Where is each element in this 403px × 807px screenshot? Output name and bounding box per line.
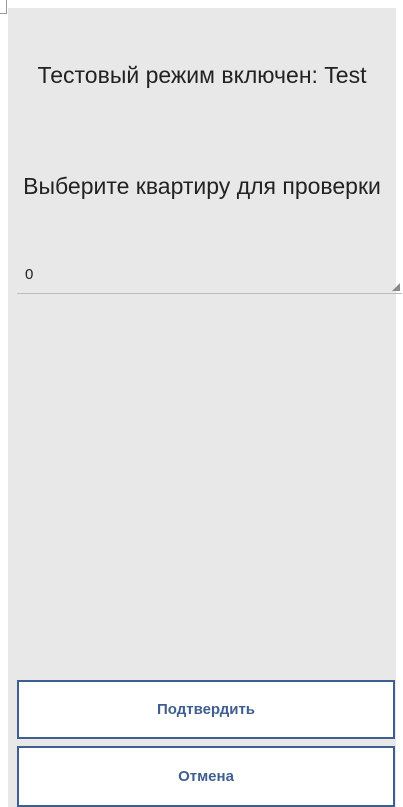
right-edge <box>396 0 403 807</box>
left-edge <box>0 0 8 807</box>
apartment-spinner[interactable]: 0 <box>17 264 402 294</box>
apartment-spinner-value: 0 <box>25 266 34 283</box>
test-mode-title: Тестовый режим включен: Test <box>37 62 367 88</box>
select-apartment-prompt: Выберите квартиру для проверки <box>23 173 381 199</box>
cancel-button[interactable]: Отмена <box>17 746 395 807</box>
dropdown-arrow-icon <box>392 283 400 291</box>
confirm-button[interactable]: Подтвердить <box>17 680 395 739</box>
corner-mark <box>0 0 7 14</box>
screen: Тестовый режим включен: Test Выберите кв… <box>0 0 403 807</box>
